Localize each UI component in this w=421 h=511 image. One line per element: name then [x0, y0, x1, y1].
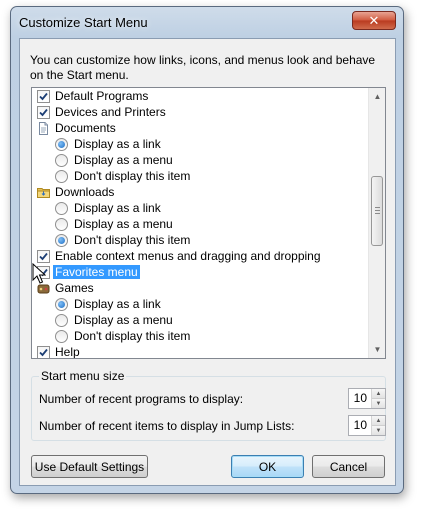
recent-programs-label: Number of recent programs to display:: [39, 392, 244, 406]
document-icon: [37, 121, 55, 135]
list-item-label: Don't display this item: [74, 329, 191, 343]
options-list[interactable]: Default Programs Devices and Printers Docu…: [31, 87, 386, 359]
radio-button[interactable]: [55, 329, 68, 343]
list-item-label: Display as a menu: [74, 217, 173, 231]
list-item-header: Downloads: [32, 184, 369, 200]
list-item[interactable]: Favorites menu: [32, 264, 369, 280]
radio-button[interactable]: [55, 137, 68, 151]
radio-button[interactable]: [55, 169, 68, 183]
radio-button[interactable]: [55, 153, 68, 167]
group-label: Start menu size: [39, 369, 127, 383]
list-item[interactable]: Display as a link: [32, 136, 369, 152]
radio-button[interactable]: [55, 201, 68, 215]
list-item[interactable]: Devices and Printers: [32, 104, 369, 120]
scroll-up-arrow-icon[interactable]: ▲: [369, 88, 385, 105]
folder-icon: [37, 186, 55, 199]
window-title: Customize Start Menu: [19, 15, 148, 30]
list-item[interactable]: Don't display this item: [32, 168, 369, 184]
list-item-label: Documents: [55, 121, 116, 135]
list-item[interactable]: Display as a menu: [32, 152, 369, 168]
ok-button[interactable]: OK: [231, 455, 304, 478]
list-item[interactable]: Display as a link: [32, 296, 369, 312]
spin-down-icon[interactable]: ▼: [372, 425, 385, 435]
jumplist-items-label: Number of recent items to display in Jum…: [39, 419, 295, 433]
spin-down-icon[interactable]: ▼: [372, 398, 385, 408]
recent-programs-spinner[interactable]: 10 ▲ ▼: [348, 388, 386, 409]
checkbox[interactable]: [37, 89, 50, 103]
checkbox[interactable]: [37, 249, 50, 263]
list-item[interactable]: Don't display this item: [32, 328, 369, 344]
list-item-label: Enable context menus and dragging and dr…: [55, 249, 321, 263]
list-item[interactable]: Enable context menus and dragging and dr…: [32, 248, 369, 264]
radio-button[interactable]: [55, 233, 68, 247]
list-item[interactable]: Don't display this item: [32, 232, 369, 248]
use-default-settings-button[interactable]: Use Default Settings: [31, 455, 148, 478]
list-item-header: Games: [32, 280, 369, 296]
list-item-label: Games: [55, 281, 94, 295]
list-item-label: Display as a link: [74, 201, 161, 215]
title-bar[interactable]: Customize Start Menu ✕: [11, 7, 403, 37]
checkbox[interactable]: [37, 345, 50, 358]
spin-up-icon[interactable]: ▲: [372, 389, 385, 398]
recent-programs-value[interactable]: 10: [349, 389, 371, 408]
list-item[interactable]: Help: [32, 344, 369, 359]
list-item-label: Default Programs: [55, 89, 149, 103]
checkbox[interactable]: [37, 105, 50, 119]
jumplist-items-spinner[interactable]: 10 ▲ ▼: [348, 415, 386, 436]
options-rows: Default Programs Devices and Printers Docu…: [32, 88, 369, 359]
radio-button[interactable]: [55, 313, 68, 327]
list-item[interactable]: Display as a menu: [32, 312, 369, 328]
intro-text: You can customize how links, icons, and …: [30, 53, 376, 82]
list-item-label: Don't display this item: [74, 169, 191, 183]
list-item-label: Display as a link: [74, 137, 161, 151]
scroll-thumb[interactable]: [371, 176, 383, 246]
start-menu-size-group: Start menu size Number of recent program…: [31, 369, 386, 441]
list-item-header: Documents: [32, 120, 369, 136]
mouse-pointer-icon: [32, 263, 46, 284]
list-item-label: Downloads: [55, 185, 115, 199]
list-item[interactable]: Display as a link: [32, 200, 369, 216]
list-item-label: Favorites menu: [53, 265, 140, 279]
list-item-label: Help: [55, 345, 80, 359]
list-item-label: Devices and Printers: [55, 105, 166, 119]
dialog-body: You can customize how links, icons, and …: [19, 38, 396, 486]
list-item[interactable]: Default Programs: [32, 88, 369, 104]
list-item-label: Display as a link: [74, 297, 161, 311]
list-item-label: Don't display this item: [74, 233, 191, 247]
close-button[interactable]: ✕: [352, 11, 396, 30]
radio-button[interactable]: [55, 297, 68, 311]
radio-button[interactable]: [55, 217, 68, 231]
list-item[interactable]: Display as a menu: [32, 216, 369, 232]
jumplist-items-value[interactable]: 10: [349, 416, 371, 435]
dialog-window: Customize Start Menu ✕ You can customize…: [10, 6, 404, 494]
vertical-scrollbar[interactable]: ▲ ▼: [368, 88, 385, 358]
close-icon: ✕: [368, 13, 380, 28]
scroll-down-arrow-icon[interactable]: ▼: [369, 341, 385, 358]
spin-up-icon[interactable]: ▲: [372, 416, 385, 425]
list-item-label: Display as a menu: [74, 153, 173, 167]
cancel-button[interactable]: Cancel: [312, 455, 385, 478]
list-item-label: Display as a menu: [74, 313, 173, 327]
